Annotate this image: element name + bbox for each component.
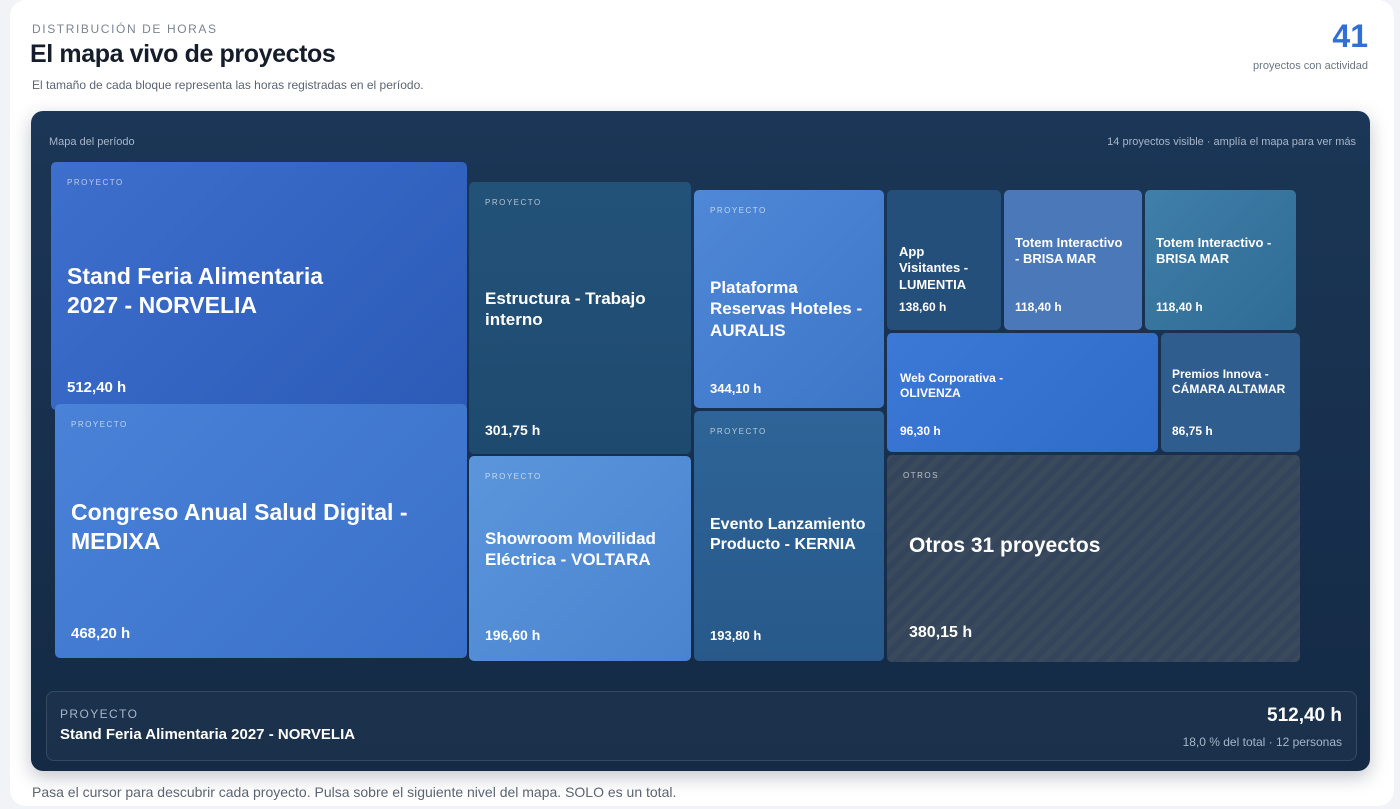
tile-name: Evento Lanzamiento Producto - KERNIA bbox=[710, 516, 866, 553]
tile-tag: PROYECTO bbox=[485, 198, 542, 207]
tile-tag: PROYECTO bbox=[67, 178, 124, 187]
tile-hours: 196,60 h bbox=[485, 627, 541, 643]
tile-tag: OTROS bbox=[903, 471, 939, 480]
detail-label: PROYECTO bbox=[60, 707, 139, 721]
treemap-tile[interactable]: PROYECTO Congreso Anual Salud Digital - … bbox=[55, 404, 467, 658]
tile-hours: 118,40 h bbox=[1015, 300, 1062, 314]
project-detail: PROYECTO Stand Feria Alimentaria 2027 - … bbox=[46, 691, 1357, 761]
tile-hours: 344,10 h bbox=[710, 381, 762, 396]
tile-name: Stand Feria Alimentaria 2027 - NORVELIA bbox=[67, 263, 324, 318]
tile-name: App Visitantes - LUMENTIA bbox=[899, 244, 969, 292]
treemap-tile[interactable]: Web Corporativa - OLIVENZA 96,30 h bbox=[887, 333, 1158, 452]
tile-hours: 301,75 h bbox=[485, 422, 541, 438]
treemap-tile-others[interactable]: OTROS Otros 31 proyectos 380,15 h bbox=[887, 455, 1300, 662]
tile-tag: PROYECTO bbox=[710, 427, 767, 436]
detail-meta: 18,0 % del total · 12 personas bbox=[1182, 735, 1342, 749]
tile-hours: 96,30 h bbox=[900, 424, 941, 438]
tile-name: Web Corporativa - OLIVENZA bbox=[900, 371, 1004, 400]
tile-hours: 512,40 h bbox=[67, 379, 127, 396]
tile-hours: 468,20 h bbox=[71, 625, 131, 642]
tile-name: Congreso Anual Salud Digital - MEDIXA bbox=[71, 499, 408, 554]
tile-tag: PROYECTO bbox=[71, 420, 128, 429]
page-title: El mapa vivo de proyectos bbox=[30, 40, 336, 68]
project-count-label: proyectos con actividad bbox=[1253, 60, 1368, 72]
map-title: Mapa del período bbox=[49, 136, 135, 148]
footer-hint: Pasa el cursor para descubrir cada proye… bbox=[32, 784, 677, 800]
tile-name: Totem Interactivo - BRISA MAR bbox=[1015, 235, 1123, 267]
tile-name: Otros 31 proyectos bbox=[909, 534, 1101, 557]
treemap-tile[interactable]: PROYECTO Evento Lanzamiento Producto - K… bbox=[694, 411, 884, 661]
treemap-tile[interactable]: PROYECTO Stand Feria Alimentaria 2027 - … bbox=[51, 162, 467, 410]
detail-hours: 512,40 h bbox=[1267, 705, 1342, 726]
tile-tag: PROYECTO bbox=[710, 206, 767, 215]
tile-tag: PROYECTO bbox=[485, 472, 542, 481]
tile-name: Premios Innova - CÁMARA ALTAMAR bbox=[1172, 367, 1286, 396]
treemap-tile[interactable]: PROYECTO Showroom Movilidad Eléctrica - … bbox=[469, 456, 691, 661]
tile-hours: 193,80 h bbox=[710, 628, 762, 643]
treemap-panel: Mapa del período 14 proyectos visible · … bbox=[31, 111, 1370, 771]
tile-name: Showroom Movilidad Eléctrica - VOLTARA bbox=[485, 529, 656, 570]
treemap-tile[interactable]: Premios Innova - CÁMARA ALTAMAR 86,75 h bbox=[1161, 333, 1300, 452]
tile-name: Totem Interactivo - BRISA MAR bbox=[1156, 235, 1272, 267]
treemap-tile[interactable]: App Visitantes - LUMENTIA 138,60 h bbox=[887, 190, 1001, 330]
map-hint: 14 proyectos visible · amplía el mapa pa… bbox=[1107, 136, 1356, 148]
tile-hours: 380,15 h bbox=[909, 624, 973, 641]
treemap-tile[interactable]: PROYECTO Estructura - Trabajo interno 30… bbox=[469, 182, 691, 454]
treemap-tile[interactable]: Totem Interactivo - BRISA MAR 118,40 h bbox=[1004, 190, 1142, 330]
tile-name: Estructura - Trabajo interno bbox=[485, 289, 646, 330]
detail-project-name: Stand Feria Alimentaria 2027 - NORVELIA bbox=[60, 726, 356, 743]
tile-hours: 138,60 h bbox=[899, 300, 947, 314]
tile-hours: 118,40 h bbox=[1156, 300, 1203, 314]
tile-hours: 86,75 h bbox=[1172, 424, 1213, 438]
project-count: 41 bbox=[1332, 18, 1368, 54]
page-subtitle: El tamaño de cada bloque representa las … bbox=[32, 78, 424, 92]
tile-name: Plataforma Reservas Hoteles - AURALIS bbox=[710, 278, 863, 340]
eyebrow: DISTRIBUCIÓN DE HORAS bbox=[32, 22, 218, 36]
treemap-tile[interactable]: Totem Interactivo - BRISA MAR 118,40 h bbox=[1145, 190, 1296, 330]
treemap-tile[interactable]: PROYECTO Plataforma Reservas Hoteles - A… bbox=[694, 190, 884, 408]
